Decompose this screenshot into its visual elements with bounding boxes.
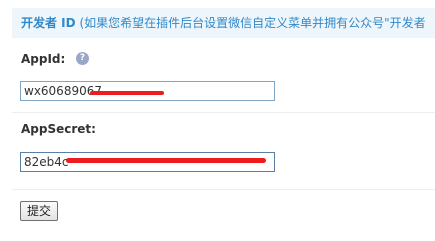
section-header: 开发者 ID (如果您希望在插件后台设置微信自定义菜单并拥有公众号"开发者	[21, 15, 426, 31]
field-divider	[12, 112, 435, 113]
submit-button[interactable]: 提交	[20, 201, 58, 221]
section-title: 开发者 ID	[21, 16, 76, 30]
help-icon[interactable]: ?	[76, 52, 89, 65]
appsecret-value: 82eb4c	[24, 155, 69, 169]
form-divider	[12, 189, 435, 190]
section-note: (如果您希望在插件后台设置微信自定义菜单并拥有公众号"开发者	[79, 16, 426, 30]
appid-label: AppId:	[21, 52, 66, 66]
developer-id-settings-panel: 开发者 ID (如果您希望在插件后台设置微信自定义菜单并拥有公众号"开发者 Ap…	[0, 0, 435, 241]
appid-redaction-mark	[90, 91, 164, 95]
appsecret-label: AppSecret:	[21, 122, 96, 136]
appsecret-redaction-mark	[66, 158, 266, 163]
